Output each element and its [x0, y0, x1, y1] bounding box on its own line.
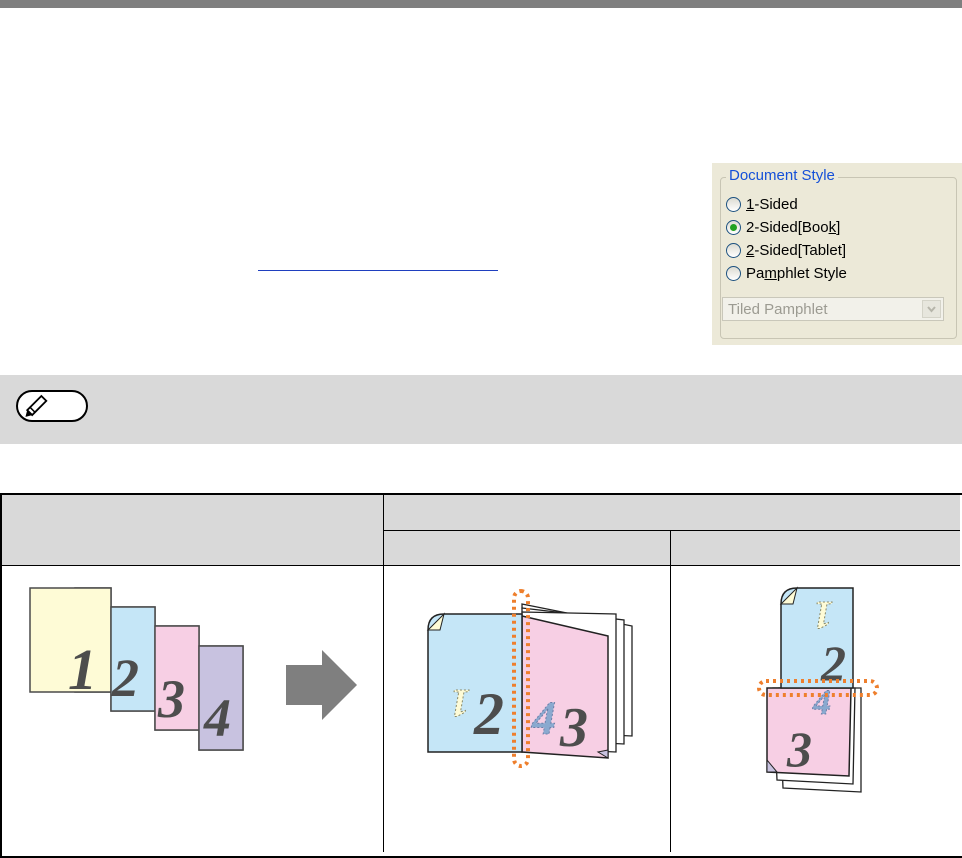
document-style-title: Document Style: [726, 167, 838, 185]
page-number-2: 2: [111, 648, 139, 708]
reference-link[interactable]: [258, 252, 498, 271]
radio-button[interactable]: [726, 196, 741, 212]
tablet-binding-illustration: 2 3 1 4: [757, 586, 879, 793]
original-pages-illustration: 1 2 3 4: [29, 587, 357, 751]
top-rule: [0, 0, 962, 8]
page-number-1: 1: [68, 637, 97, 702]
book-page-number-3: 3: [559, 697, 588, 759]
radio-label: 2-Sided[Tablet]: [746, 241, 847, 259]
table-header-output: [384, 495, 960, 530]
radio-button[interactable]: [726, 265, 741, 281]
tablet-page-number-3: 3: [786, 721, 812, 777]
document-style-panel: Document Style 1-Sided 2-Sided[Book] 2-S…: [712, 163, 962, 345]
pencil-icon: [25, 394, 48, 417]
note-bar: [0, 375, 962, 444]
binding-comparison-table: 1 2 3 4 2 3 4 1 2 3 1 4: [0, 493, 962, 858]
arrow-right-icon: [286, 650, 357, 720]
table-subheader-book: [384, 531, 670, 565]
book-page-number-4-ghost: 4: [531, 692, 556, 745]
tablet-page-number-1-ghost: 1: [813, 593, 833, 638]
page-number-3: 3: [157, 669, 185, 729]
chevron-down-icon: [927, 306, 936, 313]
radio-label: Pamphlet Style: [746, 264, 847, 282]
pamphlet-select-value: Tiled Pamphlet: [728, 301, 828, 318]
radio-label: 1-Sided: [746, 195, 798, 213]
dropdown-button[interactable]: [922, 300, 941, 318]
tablet-page-number-4-ghost: 4: [812, 682, 831, 722]
page-number-4: 4: [203, 688, 231, 748]
book-page-number-1-ghost: 1: [450, 681, 470, 726]
pamphlet-select[interactable]: Tiled Pamphlet: [722, 297, 944, 321]
radio-pamphlet-style[interactable]: Pamphlet Style: [726, 263, 847, 283]
book-binding-illustration: 2 3 4 1: [426, 589, 633, 768]
note-badge: [16, 390, 88, 422]
book-page-number-2: 2: [473, 681, 504, 747]
radio-1-sided[interactable]: 1-Sided: [726, 194, 798, 214]
radio-2-sided-tablet[interactable]: 2-Sided[Tablet]: [726, 240, 846, 260]
table-subheader-tablet: [671, 531, 960, 565]
radio-button[interactable]: [726, 219, 741, 235]
radio-button[interactable]: [726, 242, 741, 258]
table-divider: [384, 530, 960, 531]
radio-label: 2-Sided[Book]: [746, 218, 841, 236]
radio-2-sided-book[interactable]: 2-Sided[Book]: [726, 217, 840, 237]
table-header-original: [2, 495, 383, 565]
